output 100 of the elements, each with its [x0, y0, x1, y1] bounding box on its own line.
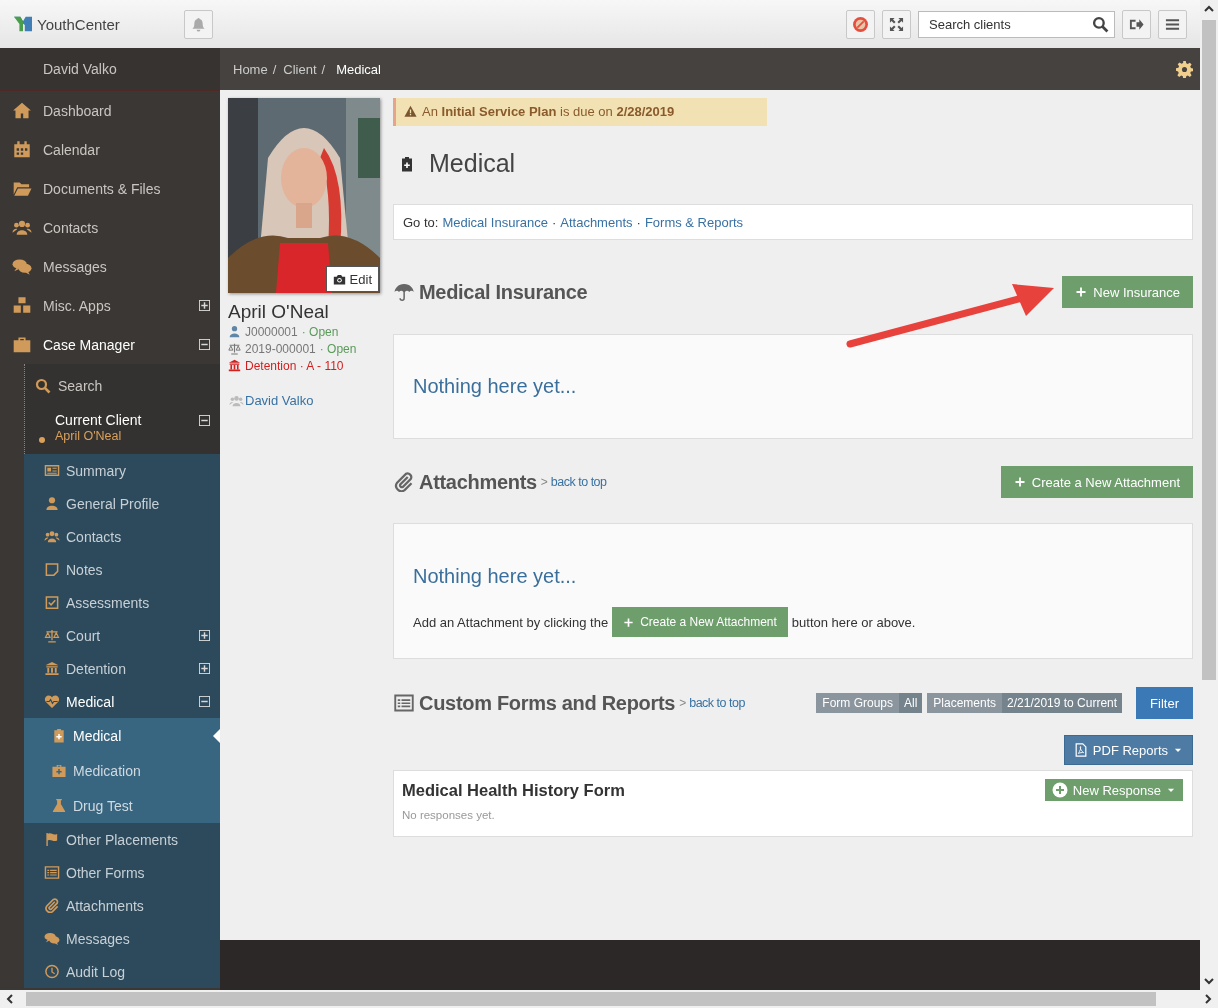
scroll-right-icon[interactable]	[1202, 993, 1214, 1005]
sidebar-item[interactable]: Attachments	[24, 889, 220, 922]
scale-icon	[44, 628, 60, 643]
sidebar-item[interactable]: Documents & Files	[0, 169, 220, 208]
sidebar-item[interactable]: Audit Log	[24, 955, 220, 988]
collapse-toggle[interactable]	[199, 415, 210, 426]
horizontal-scrollbar[interactable]	[0, 990, 1218, 1008]
sidebar-item[interactable]: Drug Test	[24, 788, 220, 823]
sidebar-item[interactable]: Calendar	[0, 130, 220, 169]
filter-chip[interactable]: Placements 2/21/2019 to Current	[927, 693, 1123, 713]
sidebar-item[interactable]: Medical	[24, 718, 220, 753]
expand-toggle[interactable]	[199, 300, 210, 311]
back-to-top-link[interactable]: back to top	[689, 696, 745, 710]
bank-icon	[44, 661, 60, 676]
empty-message: Nothing here yet...	[413, 565, 578, 588]
clipboard-icon	[51, 728, 67, 743]
vertical-scrollbar[interactable]	[1200, 0, 1218, 990]
create-attachment-button[interactable]: Create a New Attachment	[612, 607, 788, 637]
breadcrumb-separator: >	[679, 696, 687, 710]
umbrella-icon	[393, 282, 415, 302]
plus-icon	[1013, 476, 1026, 488]
logout-button[interactable]	[1122, 9, 1151, 39]
sidebar-item[interactable]: Other Placements	[24, 823, 220, 856]
sidebar-item[interactable]: Summary	[24, 454, 220, 487]
sidebar-item[interactable]: Medical	[24, 685, 220, 718]
sidebar-item[interactable]: Other Forms	[24, 856, 220, 889]
active-pointer-icon	[213, 728, 220, 743]
edit-photo-button[interactable]: Edit	[325, 266, 379, 292]
record-number: 2019-000001	[245, 341, 316, 356]
breadcrumb-separator: /	[321, 61, 326, 77]
sidebar-item[interactable]: General Profile	[24, 487, 220, 520]
sidebar-item[interactable]: Messages	[0, 247, 220, 286]
sidebar-item[interactable]: Contacts	[24, 520, 220, 553]
list-icon	[393, 693, 415, 713]
settings-icon[interactable]	[1176, 60, 1193, 78]
search-field[interactable]: Search clients	[918, 10, 1115, 38]
sidebar-item[interactable]: Search	[25, 364, 220, 407]
section-title: Attachments	[419, 470, 537, 494]
filter-button[interactable]: Filter	[1136, 687, 1193, 719]
sidebar-item[interactable]: Messages	[24, 922, 220, 955]
record-status: · Open	[319, 341, 357, 356]
caseworker-link[interactable]: David Valko	[245, 393, 314, 408]
search-icon[interactable]	[1092, 15, 1109, 33]
sidebar-item[interactable]: Detention	[24, 652, 220, 685]
menu-button[interactable]	[1158, 9, 1187, 39]
section-link[interactable]: Forms & Reports	[644, 214, 744, 230]
sidebar-item[interactable]: Assessments	[24, 586, 220, 619]
back-to-top-link[interactable]: back to top	[550, 475, 607, 489]
calendar-icon	[11, 140, 33, 159]
pdf-reports-button[interactable]: PDF Reports	[1063, 735, 1193, 765]
no-symbol-button[interactable]	[846, 9, 875, 39]
breadcrumb-separator: /	[272, 61, 277, 77]
sidebar-item[interactable]: Medication	[24, 753, 220, 788]
app-name: YouthCenter	[37, 15, 120, 33]
filter-chip[interactable]: Form Groups All	[816, 693, 923, 713]
sidebar-item[interactable]: Court	[24, 619, 220, 652]
expand-toggle[interactable]	[199, 630, 210, 641]
bullet-icon	[39, 437, 45, 443]
collapse-toggle[interactable]	[199, 696, 210, 707]
bell-icon	[191, 16, 206, 32]
person-icon	[228, 325, 241, 338]
list-icon	[44, 865, 60, 880]
alert-text: An Initial Service Plan is due on 2/28/2019	[422, 104, 675, 119]
breadcrumb-link[interactable]: Home	[233, 61, 268, 77]
breadcrumb-current: Medical	[336, 61, 381, 77]
people-icon	[11, 218, 33, 237]
newspaper-icon	[44, 463, 60, 478]
hint-text: button here or above.	[791, 614, 916, 630]
expand-toggle[interactable]	[199, 663, 210, 674]
section-link[interactable]: Attachments	[560, 214, 633, 230]
filter-value: All	[899, 693, 923, 713]
scroll-left-icon[interactable]	[4, 993, 16, 1005]
note-icon	[44, 562, 60, 577]
sidebar-item[interactable]: Case Manager	[0, 325, 220, 364]
sidebar-item[interactable]: Misc. Apps	[0, 286, 220, 325]
user-name[interactable]: David Valko	[0, 48, 220, 91]
fullscreen-button[interactable]	[882, 9, 911, 39]
medkit-icon	[51, 763, 67, 778]
collapse-toggle[interactable]	[199, 339, 210, 350]
section-link[interactable]: Medical Insurance	[442, 214, 548, 230]
home-icon	[11, 101, 33, 120]
form-title: Medical Health History Form	[402, 780, 625, 800]
plus-circle-icon	[1051, 782, 1068, 798]
sidebar-item[interactable]: Current Client April O'Neal	[25, 407, 220, 454]
sidebar-item[interactable]: Dashboard	[0, 91, 220, 130]
new-insurance-button[interactable]: New Insurance	[1062, 276, 1193, 308]
create-attachment-button[interactable]: Create a New Attachment	[1000, 466, 1193, 498]
clock-icon	[44, 964, 60, 979]
flask-icon	[51, 798, 67, 813]
sidebar-item[interactable]: Notes	[24, 553, 220, 586]
scroll-down-icon[interactable]	[1203, 975, 1215, 987]
new-response-button[interactable]: New Response	[1044, 779, 1183, 801]
chat-icon	[11, 257, 33, 276]
link-separator: ·	[551, 214, 557, 230]
people-icon	[228, 393, 245, 408]
hint-text: Add an Attachment by clicking the	[413, 614, 609, 630]
breadcrumb-separator: >	[540, 475, 548, 489]
menu-icon	[1165, 16, 1180, 32]
breadcrumb-link[interactable]: Client	[283, 61, 317, 77]
sidebar-item[interactable]: Contacts	[0, 208, 220, 247]
